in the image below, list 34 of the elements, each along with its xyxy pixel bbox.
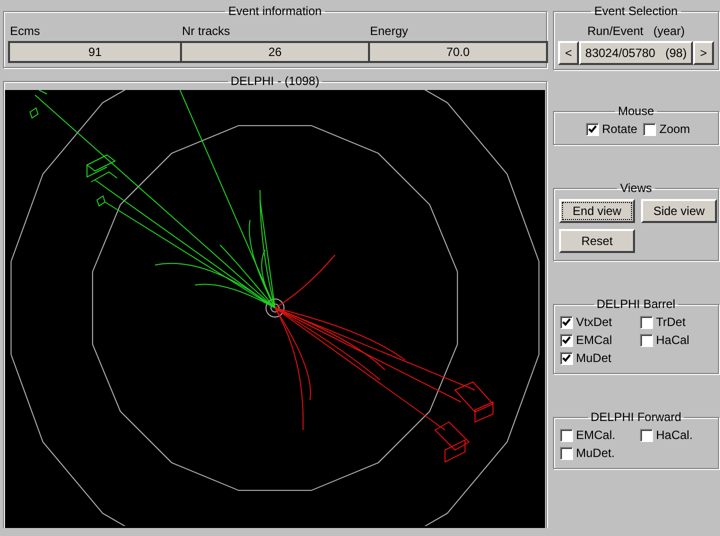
checkbox[interactable]: TrDet [640,315,720,329]
checkmark-icon [562,354,571,362]
view-button[interactable]: Side view [641,199,717,223]
group-title: Event Selection [593,4,679,18]
checkbox[interactable]: EMCal. [560,428,640,442]
view-button[interactable]: End view [559,199,635,223]
group-title: Mouse [616,104,656,118]
checkbox[interactable]: MuDet. [560,446,640,460]
field-value: 26 [180,41,370,63]
checkbox[interactable]: HaCal [640,333,720,347]
next-button[interactable]: > [692,41,714,65]
checkbox[interactable]: EMCal [560,333,640,347]
group-title: Views [619,181,653,195]
checkbox[interactable]: VtxDet [560,315,640,329]
checkmark-icon [562,336,571,344]
view-button[interactable]: Reset [559,229,635,253]
group-title: Event information [227,4,323,18]
checkbox[interactable]: MuDet [560,351,640,365]
field-label: Nr tracks [181,23,231,40]
checkbox[interactable]: Rotate [586,122,638,136]
group-title: DELPHI Barrel [596,297,676,311]
checkmark-icon [588,125,597,133]
field-label: Ecms [9,23,41,40]
checkbox[interactable]: Zoom [643,122,690,136]
field-value: 70.0 [368,41,548,63]
checkmark-icon [562,318,571,326]
checkbox[interactable]: HaCal. [640,428,720,442]
run-event-caption: Run/Event (year) [586,23,686,40]
group-title: DELPHI Forward [590,410,682,424]
group-title: DELPHI - (1098) [230,74,320,88]
field-value: 91 [8,41,182,63]
field-label: Energy [369,23,410,40]
event-number: 83024/05780 (98) [579,41,693,65]
previous-button[interactable]: < [558,41,580,65]
